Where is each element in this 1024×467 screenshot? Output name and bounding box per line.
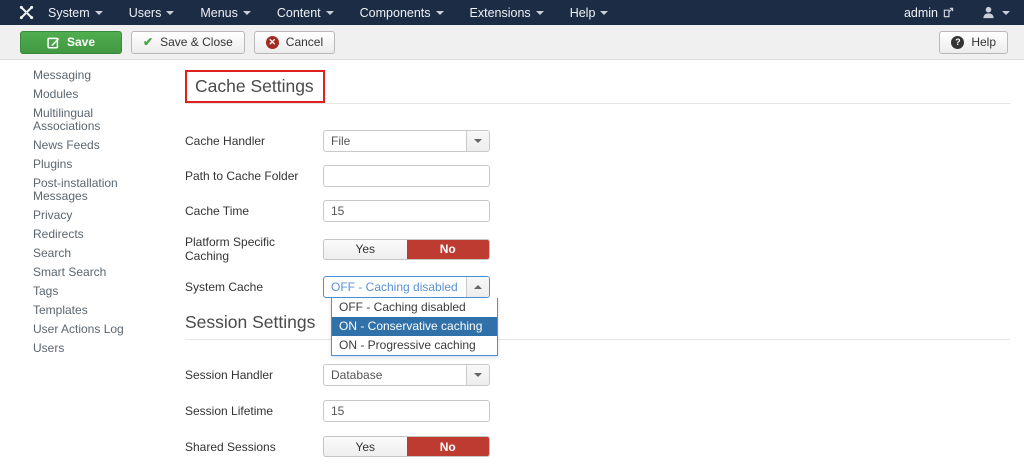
- session-lifetime-label: Session Lifetime: [185, 404, 323, 418]
- option-progressive-caching[interactable]: ON - Progressive caching: [332, 336, 497, 355]
- sidebar-item-news-feeds[interactable]: News Feeds: [33, 139, 145, 152]
- caret-down-icon: [474, 139, 482, 143]
- cache-path-input[interactable]: [323, 165, 490, 187]
- check-icon: ✔: [143, 35, 153, 49]
- select-dropdown-button[interactable]: [466, 277, 489, 297]
- cache-path-label: Path to Cache Folder: [185, 169, 323, 183]
- caret-down-icon: [474, 373, 482, 377]
- sidebar-item-smart-search[interactable]: Smart Search: [33, 266, 145, 279]
- cache-time-row: Cache Time: [185, 200, 1010, 222]
- chevron-down-icon: [95, 11, 103, 15]
- platform-caching-row: Platform Specific Caching Yes No: [185, 235, 1010, 263]
- cache-time-input[interactable]: [323, 200, 490, 222]
- divider: [185, 103, 1010, 104]
- session-lifetime-row: Session Lifetime: [185, 400, 1010, 422]
- shared-sessions-row: Shared Sessions Yes No: [185, 436, 1010, 457]
- chevron-down-icon: [436, 11, 444, 15]
- chevron-down-icon: [536, 11, 544, 15]
- sidebar-item-templates[interactable]: Templates: [33, 304, 145, 317]
- cache-settings-heading: Cache Settings: [195, 76, 314, 96]
- platform-caching-yes-button[interactable]: Yes: [324, 240, 407, 259]
- shared-sessions-label: Shared Sessions: [185, 440, 323, 454]
- system-cache-label: System Cache: [185, 280, 323, 294]
- select-dropdown-button[interactable]: [466, 365, 489, 385]
- annotation-highlight-box: Cache Settings: [185, 70, 325, 103]
- nav-menu-extensions[interactable]: Extensions: [470, 6, 544, 20]
- sidebar-item-post-installation-messages[interactable]: Post-installation Messages: [33, 177, 145, 203]
- chevron-down-icon: [243, 11, 251, 15]
- cache-handler-label: Cache Handler: [185, 134, 323, 148]
- chevron-down-icon: [600, 11, 608, 15]
- sidebar-item-search[interactable]: Search: [33, 247, 145, 260]
- sidebar-item-messaging[interactable]: Messaging: [33, 69, 145, 82]
- shared-sessions-yes-button[interactable]: Yes: [324, 437, 407, 456]
- save-button[interactable]: Save: [20, 31, 122, 54]
- user-icon: [982, 6, 995, 19]
- sidebar-item-plugins[interactable]: Plugins: [33, 158, 145, 171]
- top-navbar: System Users Menus Content Components Ex…: [0, 0, 1024, 25]
- sidebar-item-multilingual-associations[interactable]: Multilingual Associations: [33, 107, 145, 133]
- help-button[interactable]: ? Help: [939, 31, 1008, 54]
- toolbar: Save ✔ Save & Close ✕ Cancel ? Help: [0, 25, 1024, 60]
- chevron-down-icon: [326, 11, 334, 15]
- sidebar-item-redirects[interactable]: Redirects: [33, 228, 145, 241]
- admin-label: admin: [904, 6, 938, 20]
- content-area: Messaging Modules Multilingual Associati…: [0, 60, 1024, 466]
- sidebar-item-user-actions-log[interactable]: User Actions Log: [33, 323, 145, 336]
- cancel-icon: ✕: [266, 36, 279, 49]
- sidebar-item-users[interactable]: Users: [33, 342, 145, 355]
- system-cache-row: System Cache OFF - Caching disabled OFF …: [185, 276, 1010, 298]
- divider: [185, 339, 1010, 340]
- option-caching-disabled[interactable]: OFF - Caching disabled: [332, 298, 497, 317]
- platform-caching-label: Platform Specific Caching: [185, 235, 323, 263]
- session-settings-heading: Session Settings: [185, 312, 1010, 332]
- cache-time-label: Cache Time: [185, 204, 323, 218]
- session-handler-label: Session Handler: [185, 368, 323, 382]
- main-panel: Cache Settings Cache Handler File Path t…: [185, 60, 1024, 466]
- cache-handler-row: Cache Handler File: [185, 130, 1010, 152]
- shared-sessions-no-button[interactable]: No: [407, 437, 490, 456]
- nav-menu-content[interactable]: Content: [277, 6, 334, 20]
- system-cache-select[interactable]: OFF - Caching disabled: [323, 276, 490, 298]
- external-link-icon: [943, 7, 954, 18]
- shared-sessions-toggle: Yes No: [323, 436, 490, 457]
- nav-menu-menus[interactable]: Menus: [200, 6, 251, 20]
- system-cache-dropdown-list: OFF - Caching disabled ON - Conservative…: [331, 298, 498, 356]
- option-conservative-caching[interactable]: ON - Conservative caching: [332, 317, 497, 336]
- session-lifetime-input[interactable]: [323, 400, 490, 422]
- user-menu[interactable]: [982, 6, 1010, 19]
- nav-menu-system[interactable]: System: [48, 6, 103, 20]
- nav-menu-components[interactable]: Components: [360, 6, 444, 20]
- cache-settings-form: Cache Handler File Path to Cache Folder …: [185, 130, 1010, 457]
- help-icon: ?: [951, 36, 964, 49]
- joomla-logo: [18, 5, 34, 21]
- sidebar-item-modules[interactable]: Modules: [33, 88, 145, 101]
- caret-up-icon: [474, 285, 482, 289]
- save-icon: [47, 36, 60, 49]
- save-and-close-button[interactable]: ✔ Save & Close: [131, 31, 245, 54]
- platform-caching-toggle: Yes No: [323, 239, 490, 260]
- session-handler-row: Session Handler Database: [185, 364, 1010, 386]
- site-preview-link[interactable]: admin: [904, 6, 954, 20]
- sidebar-item-tags[interactable]: Tags: [33, 285, 145, 298]
- sidebar: Messaging Modules Multilingual Associati…: [0, 60, 185, 466]
- chevron-down-icon: [166, 11, 174, 15]
- cache-path-row: Path to Cache Folder: [185, 165, 1010, 187]
- nav-menu-help[interactable]: Help: [570, 6, 609, 20]
- cache-handler-select[interactable]: File: [323, 130, 490, 152]
- select-dropdown-button[interactable]: [466, 131, 489, 151]
- sidebar-item-privacy[interactable]: Privacy: [33, 209, 145, 222]
- cancel-button[interactable]: ✕ Cancel: [254, 31, 335, 54]
- chevron-down-icon: [1002, 11, 1010, 15]
- session-handler-select[interactable]: Database: [323, 364, 490, 386]
- nav-menu-users[interactable]: Users: [129, 6, 175, 20]
- platform-caching-no-button[interactable]: No: [407, 240, 490, 259]
